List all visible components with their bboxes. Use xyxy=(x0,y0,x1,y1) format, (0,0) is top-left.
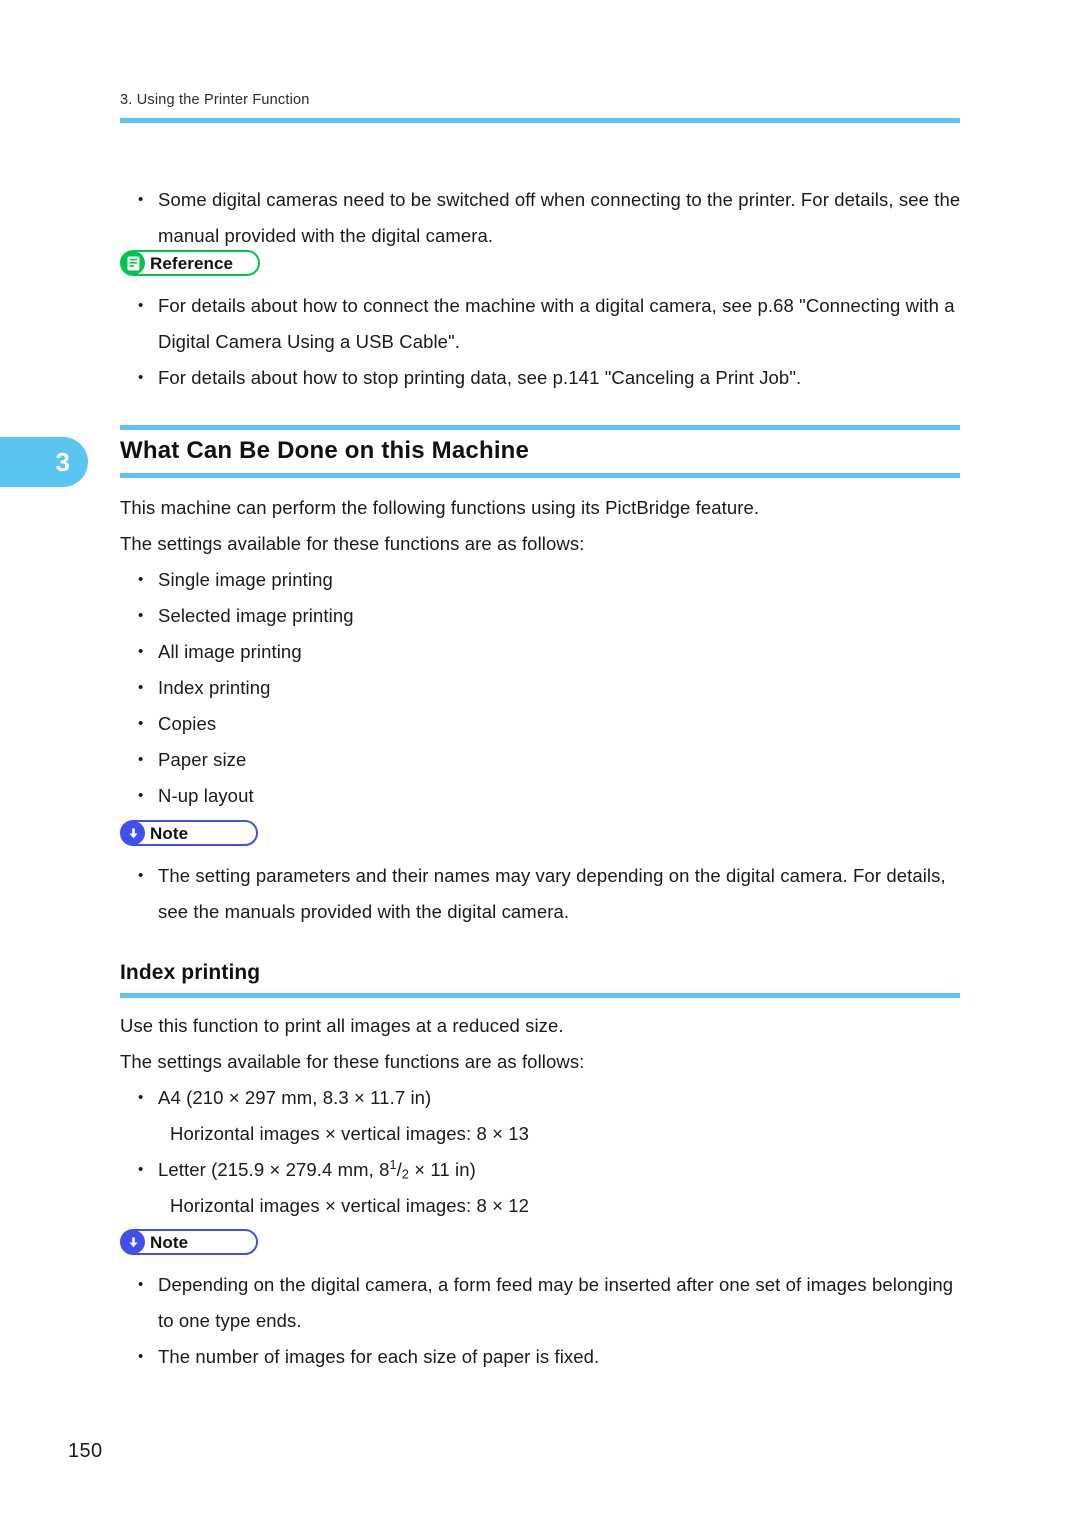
intro-bullet-list-block: Some digital cameras need to be switched… xyxy=(120,182,965,254)
list-item: Index printing xyxy=(120,670,965,706)
fraction-numerator: 1 xyxy=(389,1158,397,1173)
section-heading-block: What Can Be Done on this Machine xyxy=(120,425,960,478)
note-badge-label: Note xyxy=(150,823,189,843)
running-header: 3. Using the Printer Function xyxy=(120,92,960,109)
paragraph: The settings available for these functio… xyxy=(120,1051,585,1072)
note-callout-1: Note xyxy=(120,820,965,846)
list-item: All image printing xyxy=(120,634,965,670)
note-2-bullet-list: Depending on the digital camera, a form … xyxy=(120,1267,965,1375)
reference-bullet-list-block: For details about how to connect the mac… xyxy=(120,288,965,396)
intro-bullet-list: Some digital cameras need to be switched… xyxy=(120,182,965,254)
paper-size-detail: Horizontal images × vertical images: 8 ×… xyxy=(170,1123,530,1144)
subsection-heading-block: Index printing xyxy=(120,960,960,999)
chapter-number: 3 xyxy=(55,447,70,477)
list-item: Single image printing xyxy=(120,562,965,598)
list-item: Depending on the digital camera, a form … xyxy=(120,1267,965,1339)
paper-size-list: Letter (215.9 × 279.4 mm, 81/2 × 11 in) xyxy=(120,1152,965,1188)
list-item: For details about how to connect the mac… xyxy=(120,288,965,360)
list-item: Selected image printing xyxy=(120,598,965,634)
page-title: What Can Be Done on this Machine xyxy=(120,437,530,464)
section-rule-bottom xyxy=(120,473,960,478)
note-badge-label: Note xyxy=(150,1232,189,1252)
reference-badge-label: Reference xyxy=(150,253,234,273)
list-item: Paper size xyxy=(120,742,965,778)
paragraph: Use this function to print all images at… xyxy=(120,1015,564,1036)
list-item: The number of images for each size of pa… xyxy=(120,1339,965,1375)
note-badge: Note xyxy=(120,820,258,846)
note-down-arrow-icon xyxy=(121,1230,145,1254)
paper-size-list-block: A4 (210 × 297 mm, 8.3 × 11.7 in) Horizon… xyxy=(120,1080,965,1224)
note-2-bullet-list-block: Depending on the digital camera, a form … xyxy=(120,1267,965,1375)
running-header-text: 3. Using the Printer Function xyxy=(120,92,310,108)
feature-list: Single image printing Selected image pri… xyxy=(120,562,965,814)
paragraph: This machine can perform the following f… xyxy=(120,497,760,518)
subsection-paragraphs: Use this function to print all images at… xyxy=(120,1008,965,1080)
note-badge: Note xyxy=(120,1229,258,1255)
section-intro-paragraphs: This machine can perform the following f… xyxy=(120,490,965,562)
subsection-title: Index printing xyxy=(120,961,261,984)
list-item: Copies xyxy=(120,706,965,742)
subsection-rule xyxy=(120,993,960,999)
list-item: N-up layout xyxy=(120,778,965,814)
document-page: 3. Using the Printer Function Some digit… xyxy=(0,0,1080,1532)
reference-bullet-list: For details about how to connect the mac… xyxy=(120,288,965,396)
paper-size-detail: Horizontal images × vertical images: 8 ×… xyxy=(170,1195,530,1216)
paper-size-list: A4 (210 × 297 mm, 8.3 × 11.7 in) xyxy=(120,1080,965,1116)
paper-size-label: A4 (210 × 297 mm, 8.3 × 11.7 in) xyxy=(158,1087,432,1108)
list-item: The setting parameters and their names m… xyxy=(120,858,965,930)
page-number: 150 xyxy=(68,1440,103,1462)
header-rule xyxy=(120,118,960,123)
reference-badge: Reference xyxy=(120,250,260,276)
note-1-bullet-list: The setting parameters and their names m… xyxy=(120,858,965,930)
list-item: Some digital cameras need to be switched… xyxy=(120,182,965,254)
reference-callout: Reference xyxy=(120,250,965,276)
list-item: Letter (215.9 × 279.4 mm, 81/2 × 11 in) xyxy=(120,1152,965,1188)
reference-book-icon xyxy=(121,251,145,275)
note-1-bullet-list-block: The setting parameters and their names m… xyxy=(120,858,965,930)
note-down-arrow-icon xyxy=(121,821,145,845)
note-callout-2: Note xyxy=(120,1229,965,1255)
paper-size-label: Letter (215.9 × 279.4 mm, 8 xyxy=(158,1159,390,1180)
list-item: For details about how to stop printing d… xyxy=(120,360,965,396)
chapter-tab: 3 xyxy=(0,437,88,487)
paper-size-label-suffix: × 11 in) xyxy=(408,1159,476,1180)
list-item: A4 (210 × 297 mm, 8.3 × 11.7 in) xyxy=(120,1080,965,1116)
paragraph: The settings available for these functio… xyxy=(120,533,585,554)
fraction-one-half: 1/2 xyxy=(389,1158,409,1182)
fraction-denominator: 2 xyxy=(401,1167,409,1182)
feature-list-block: Single image printing Selected image pri… xyxy=(120,562,965,814)
